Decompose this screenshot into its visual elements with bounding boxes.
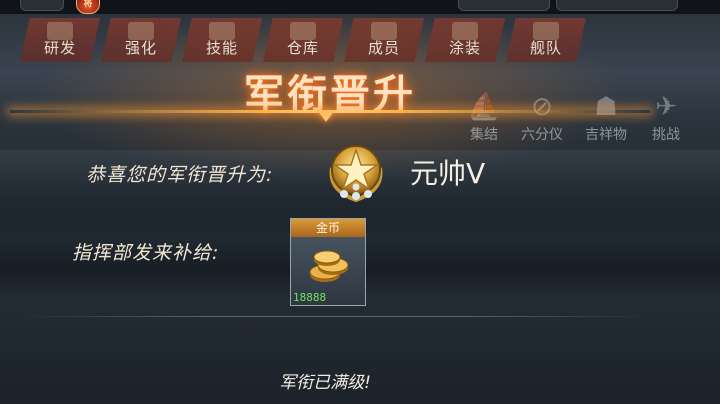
tab-warehouse[interactable]: 仓库: [263, 18, 343, 62]
resource-slot-gold[interactable]: [556, 0, 678, 11]
congrats-label: 恭喜您的军衔晋升为:: [86, 164, 274, 186]
tab-member[interactable]: 成员: [344, 18, 424, 62]
reward-item-name: 金币: [291, 219, 365, 237]
rank-name: 元帅V: [410, 157, 486, 190]
max-rank-note: 军衔已满级!: [279, 373, 371, 393]
tab-paint[interactable]: 涂装: [425, 18, 505, 62]
tab-label: 强化: [124, 39, 157, 57]
tab-fleet[interactable]: 舰队: [506, 18, 586, 62]
gold-coin-icon: [309, 250, 349, 282]
supply-label: 指挥部发来补给:: [72, 242, 220, 264]
tab-label: 仓库: [286, 39, 319, 57]
tab-upgrade[interactable]: 强化: [101, 18, 181, 62]
tab-label: 成员: [367, 39, 400, 57]
tab-research[interactable]: 研发: [20, 18, 100, 62]
player-avatar-slot[interactable]: [20, 0, 64, 11]
tab-label: 研发: [43, 39, 76, 57]
top-resource-bar: 将: [0, 0, 720, 14]
reward-item-gold[interactable]: 金币 18888: [290, 218, 366, 306]
tab-label: 技能: [205, 39, 238, 57]
reward-quantity: 18888: [293, 291, 327, 304]
tab-label: 舰队: [529, 39, 562, 57]
rank-promotion-dialog: 军衔晋升 恭喜您的军衔晋升为: 元帅V 指挥部发来补给: 金币 18888 军衔…: [0, 62, 660, 404]
rank-medal-icon: [329, 145, 383, 203]
title-pointer-icon: [317, 110, 335, 122]
main-tab-bar: 研发 强化 技能 仓库 成员 涂装 舰队: [20, 18, 640, 62]
dialog-title: 军衔晋升: [244, 72, 416, 118]
tab-skill[interactable]: 技能: [182, 18, 262, 62]
rank-badge-text: 将: [83, 0, 93, 9]
tab-label: 涂装: [448, 39, 481, 57]
game-screen: 将 研发 强化 技能 仓库 成员 涂装 舰队 ⛵ 集结 ⊘ 六分仪 ☗ 吉祥物 …: [0, 0, 720, 404]
dialog-divider: [20, 316, 650, 317]
resource-slot-cash[interactable]: [458, 0, 550, 11]
rank-badge-icon[interactable]: 将: [76, 0, 100, 14]
